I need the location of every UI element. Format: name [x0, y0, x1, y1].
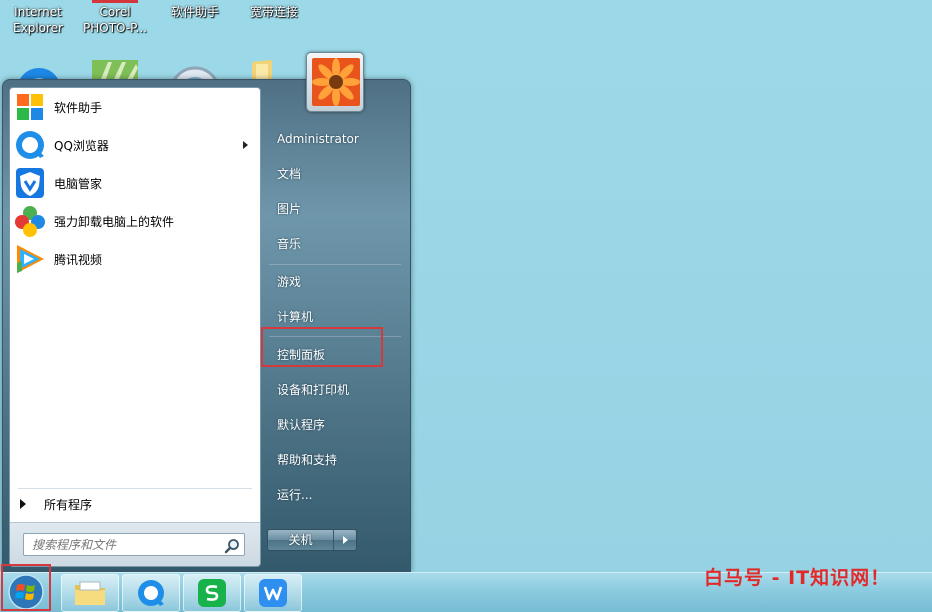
taskbar-file-explorer[interactable] — [61, 574, 119, 612]
desktop-icon-label: PHOTO-P... — [83, 21, 147, 35]
file-explorer-icon — [75, 581, 105, 605]
start-menu: 软件助手 QQ浏览器 电脑管家 强力卸载电脑上的软件 腾讯视频 所有程序 搜索程… — [2, 79, 411, 572]
right-item-pictures[interactable]: 图片 — [271, 194, 401, 224]
shutdown-button[interactable]: 关机 — [268, 530, 334, 550]
desktop-icon-software-assistant[interactable]: 软件助手 — [157, 4, 233, 20]
desktop-icon-internet-explorer[interactable]: Internet Explorer — [0, 4, 76, 36]
triangle-right-icon — [342, 536, 348, 544]
separator — [18, 488, 252, 489]
program-label: 软件助手 — [54, 100, 103, 115]
taskbar-wps-writer[interactable] — [244, 574, 302, 612]
triangle-right-icon — [20, 499, 26, 509]
uninstaller-icon — [12, 204, 48, 238]
program-label: 腾讯视频 — [54, 252, 103, 267]
right-item-games[interactable]: 游戏 — [271, 267, 401, 297]
desktop-icon-broadband[interactable]: 宽带连接 — [236, 4, 312, 20]
submenu-arrow-icon[interactable] — [243, 141, 248, 149]
all-programs-button[interactable]: 所有程序 — [16, 494, 256, 514]
right-item-help-support[interactable]: 帮助和支持 — [271, 445, 401, 475]
program-label: 强力卸载电脑上的软件 — [54, 214, 175, 229]
start-menu-programs-pane: 软件助手 QQ浏览器 电脑管家 强力卸载电脑上的软件 腾讯视频 所有程序 搜索程… — [9, 87, 261, 567]
app-grid-icon — [12, 90, 48, 124]
qq-browser-icon — [138, 580, 164, 606]
taskbar-wps-spreadsheet[interactable] — [183, 574, 241, 612]
wps-spreadsheet-icon — [198, 579, 226, 607]
search-icon[interactable] — [224, 538, 240, 554]
right-item-devices-printers[interactable]: 设备和打印机 — [271, 375, 401, 405]
program-item-qq-browser[interactable]: QQ浏览器 — [10, 126, 260, 164]
right-item-run[interactable]: 运行... — [271, 480, 401, 510]
right-item-music[interactable]: 音乐 — [271, 229, 401, 259]
search-area — [10, 522, 260, 566]
wps-writer-icon — [259, 579, 287, 607]
program-label: 电脑管家 — [54, 176, 103, 191]
user-picture[interactable] — [306, 52, 364, 112]
watermark: 白马号 - IT知识网！ — [704, 567, 891, 589]
program-item-pc-manager[interactable]: 电脑管家 — [10, 164, 260, 202]
desktop-icon-label: 宽带连接 — [249, 5, 298, 19]
shutdown-options-button[interactable] — [334, 530, 356, 550]
desktop-icon-corel[interactable]: Corel PHOTO-P... — [77, 4, 153, 36]
separator — [269, 264, 401, 265]
all-programs-label: 所有程序 — [44, 497, 93, 512]
desktop-icon-label: 软件助手 — [170, 5, 219, 19]
desktop-icon-label: Corel — [99, 5, 131, 19]
tencent-video-icon — [12, 242, 48, 276]
program-label: QQ浏览器 — [54, 138, 109, 153]
program-item-software-assistant[interactable]: 软件助手 — [10, 88, 260, 126]
program-item-uninstaller[interactable]: 强力卸载电脑上的软件 — [10, 202, 260, 240]
control-panel-highlight-box — [261, 327, 383, 367]
shutdown-button-group: 关机 — [267, 529, 357, 551]
start-button-highlight-box — [1, 564, 51, 611]
corel-selection-mark — [92, 0, 138, 3]
flower-picture-icon — [312, 58, 360, 106]
desktop-icon-label: Explorer — [13, 21, 63, 35]
qq-browser-icon — [12, 128, 48, 162]
program-item-tencent-video[interactable]: 腾讯视频 — [10, 240, 260, 278]
right-item-documents[interactable]: 文档 — [271, 159, 401, 189]
desktop-icon-label: Internet — [14, 5, 62, 19]
pc-manager-shield-icon — [12, 166, 48, 200]
search-input[interactable] — [23, 533, 245, 556]
taskbar-qq-browser[interactable] — [122, 574, 180, 612]
right-item-default-programs[interactable]: 默认程序 — [271, 410, 401, 440]
right-item-administrator[interactable]: Administrator — [271, 124, 401, 154]
